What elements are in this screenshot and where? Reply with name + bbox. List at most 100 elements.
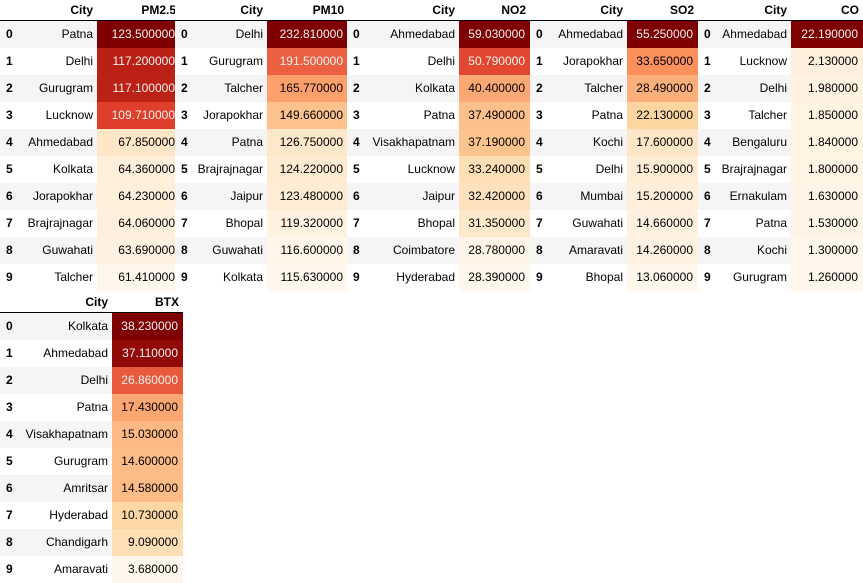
row-index: 7 (0, 502, 20, 529)
city-cell: Amaravati (20, 556, 112, 583)
table-row: 9 Amaravati 3.680000 (0, 556, 183, 583)
city-cell: Kolkata (367, 75, 459, 102)
city-cell: Coimbatore (367, 237, 459, 264)
row-index: 9 (347, 264, 367, 291)
value-cell: 123.480000 (267, 183, 348, 210)
row-index: 3 (0, 102, 20, 129)
table-row: 7 Bhopal 31.350000 (347, 210, 530, 237)
table-row: 3 Patna 22.130000 (530, 102, 698, 129)
table-pm10: City PM10 0 Delhi 232.810000 1 Gurugram 191.500… (175, 0, 348, 291)
value-cell: 10.730000 (112, 502, 183, 529)
value-cell: 123.500000 (97, 20, 180, 48)
value-header: BTX (112, 292, 183, 313)
row-index: 9 (698, 264, 718, 291)
city-cell: Patna (550, 102, 627, 129)
row-index: 7 (530, 210, 550, 237)
row-index: 3 (530, 102, 550, 129)
value-cell: 55.250000 (627, 20, 698, 48)
city-cell: Guwahati (20, 237, 97, 264)
value-cell: 13.060000 (627, 264, 698, 291)
value-cell: 149.660000 (267, 102, 348, 129)
city-cell: Gurugram (20, 448, 112, 475)
index-header (175, 0, 195, 21)
value-cell: 64.230000 (97, 183, 180, 210)
city-cell: Lucknow (718, 48, 791, 75)
city-cell: Mumbai (550, 183, 627, 210)
city-cell: Bengaluru (718, 129, 791, 156)
table-row: 0 Ahmedabad 55.250000 (530, 20, 698, 48)
row-index: 5 (698, 156, 718, 183)
row-index: 4 (175, 129, 195, 156)
value-cell: 2.130000 (791, 48, 863, 75)
value-cell: 232.810000 (267, 20, 348, 48)
value-header: CO (791, 0, 863, 21)
city-cell: Ernakulam (718, 183, 791, 210)
row-index: 0 (347, 20, 367, 48)
table-row: 1 Ahmedabad 37.110000 (0, 340, 183, 367)
value-cell: 31.350000 (459, 210, 530, 237)
value-cell: 37.490000 (459, 102, 530, 129)
table-row: 0 Ahmedabad 59.030000 (347, 20, 530, 48)
city-cell: Kolkata (20, 156, 97, 183)
table-row: 3 Patna 37.490000 (347, 102, 530, 129)
table-row: 4 Ahmedabad 67.850000 (0, 129, 180, 156)
row-index: 7 (698, 210, 718, 237)
table-row: 1 Delhi 117.200000 (0, 48, 180, 75)
table-row: 4 Kochi 17.600000 (530, 129, 698, 156)
row-index: 6 (175, 183, 195, 210)
value-cell: 37.110000 (112, 340, 183, 367)
city-cell: Kolkata (195, 264, 267, 291)
value-cell: 17.600000 (627, 129, 698, 156)
table-no2: City NO2 0 Ahmedabad 59.030000 1 Delhi 50.79000… (347, 0, 530, 291)
row-index: 4 (698, 129, 718, 156)
city-cell: Ahmedabad (20, 340, 112, 367)
city-header: City (718, 0, 791, 21)
row-index: 5 (175, 156, 195, 183)
table-row: 8 Coimbatore 28.780000 (347, 237, 530, 264)
table-row: 7 Bhopal 119.320000 (175, 210, 348, 237)
value-cell: 1.260000 (791, 264, 863, 291)
table-row: 2 Delhi 1.980000 (698, 75, 863, 102)
value-cell: 28.490000 (627, 75, 698, 102)
value-cell: 1.800000 (791, 156, 863, 183)
table-row: 5 Lucknow 33.240000 (347, 156, 530, 183)
table-row: 3 Lucknow 109.710000 (0, 102, 180, 129)
table-row: 1 Gurugram 191.500000 (175, 48, 348, 75)
city-cell: Lucknow (20, 102, 97, 129)
city-cell: Delhi (718, 75, 791, 102)
index-header (698, 0, 718, 21)
city-cell: Gurugram (20, 75, 97, 102)
city-cell: Chandigarh (20, 529, 112, 556)
row-index: 9 (0, 556, 20, 583)
value-cell: 67.850000 (97, 129, 180, 156)
table-so2: City SO2 0 Ahmedabad 55.250000 1 Jorapokhar 33.… (530, 0, 698, 291)
row-index: 1 (698, 48, 718, 75)
table-row: 0 Patna 123.500000 (0, 20, 180, 48)
row-index: 6 (0, 183, 20, 210)
city-cell: Gurugram (718, 264, 791, 291)
table-pm25: City PM2.5 0 Patna 123.500000 1 Delhi 117.20000… (0, 0, 180, 291)
row-index: 0 (0, 20, 20, 48)
value-cell: 117.100000 (97, 75, 180, 102)
city-cell: Amritsar (20, 475, 112, 502)
table-row: 8 Chandigarh 9.090000 (0, 529, 183, 556)
value-cell: 117.200000 (97, 48, 180, 75)
city-cell: Delhi (20, 48, 97, 75)
city-header: City (20, 292, 112, 313)
value-cell: 124.220000 (267, 156, 348, 183)
city-cell: Guwahati (195, 237, 267, 264)
city-cell: Talcher (195, 75, 267, 102)
table-row: 8 Guwahati 116.600000 (175, 237, 348, 264)
table-row: 0 Kolkata 38.230000 (0, 312, 183, 340)
city-cell: Patna (20, 20, 97, 48)
city-cell: Delhi (20, 367, 112, 394)
city-header: City (550, 0, 627, 21)
table-row: 3 Patna 17.430000 (0, 394, 183, 421)
value-cell: 22.130000 (627, 102, 698, 129)
value-cell: 1.850000 (791, 102, 863, 129)
row-index: 5 (0, 448, 20, 475)
value-cell: 64.360000 (97, 156, 180, 183)
city-cell: Brajrajnagar (20, 210, 97, 237)
city-cell: Patna (195, 129, 267, 156)
row-index: 3 (698, 102, 718, 129)
